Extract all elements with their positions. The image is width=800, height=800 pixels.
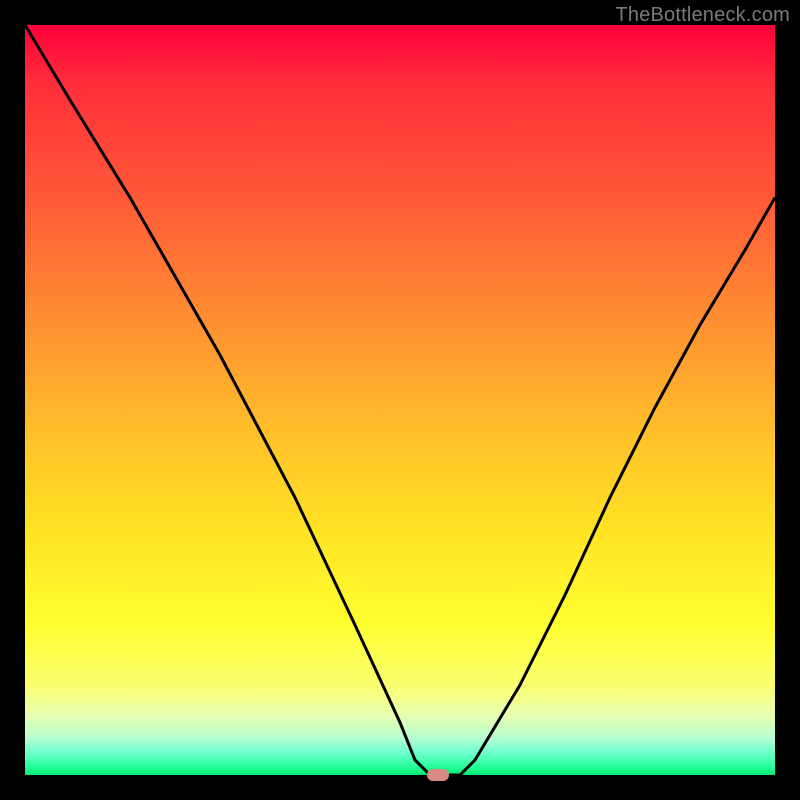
watermark-text: TheBottleneck.com [615, 4, 790, 27]
plot-area [25, 25, 775, 775]
bottleneck-chart: TheBottleneck.com [0, 0, 800, 800]
bottleneck-line [25, 25, 775, 775]
optimal-marker [427, 769, 449, 781]
curve-layer [25, 25, 775, 775]
